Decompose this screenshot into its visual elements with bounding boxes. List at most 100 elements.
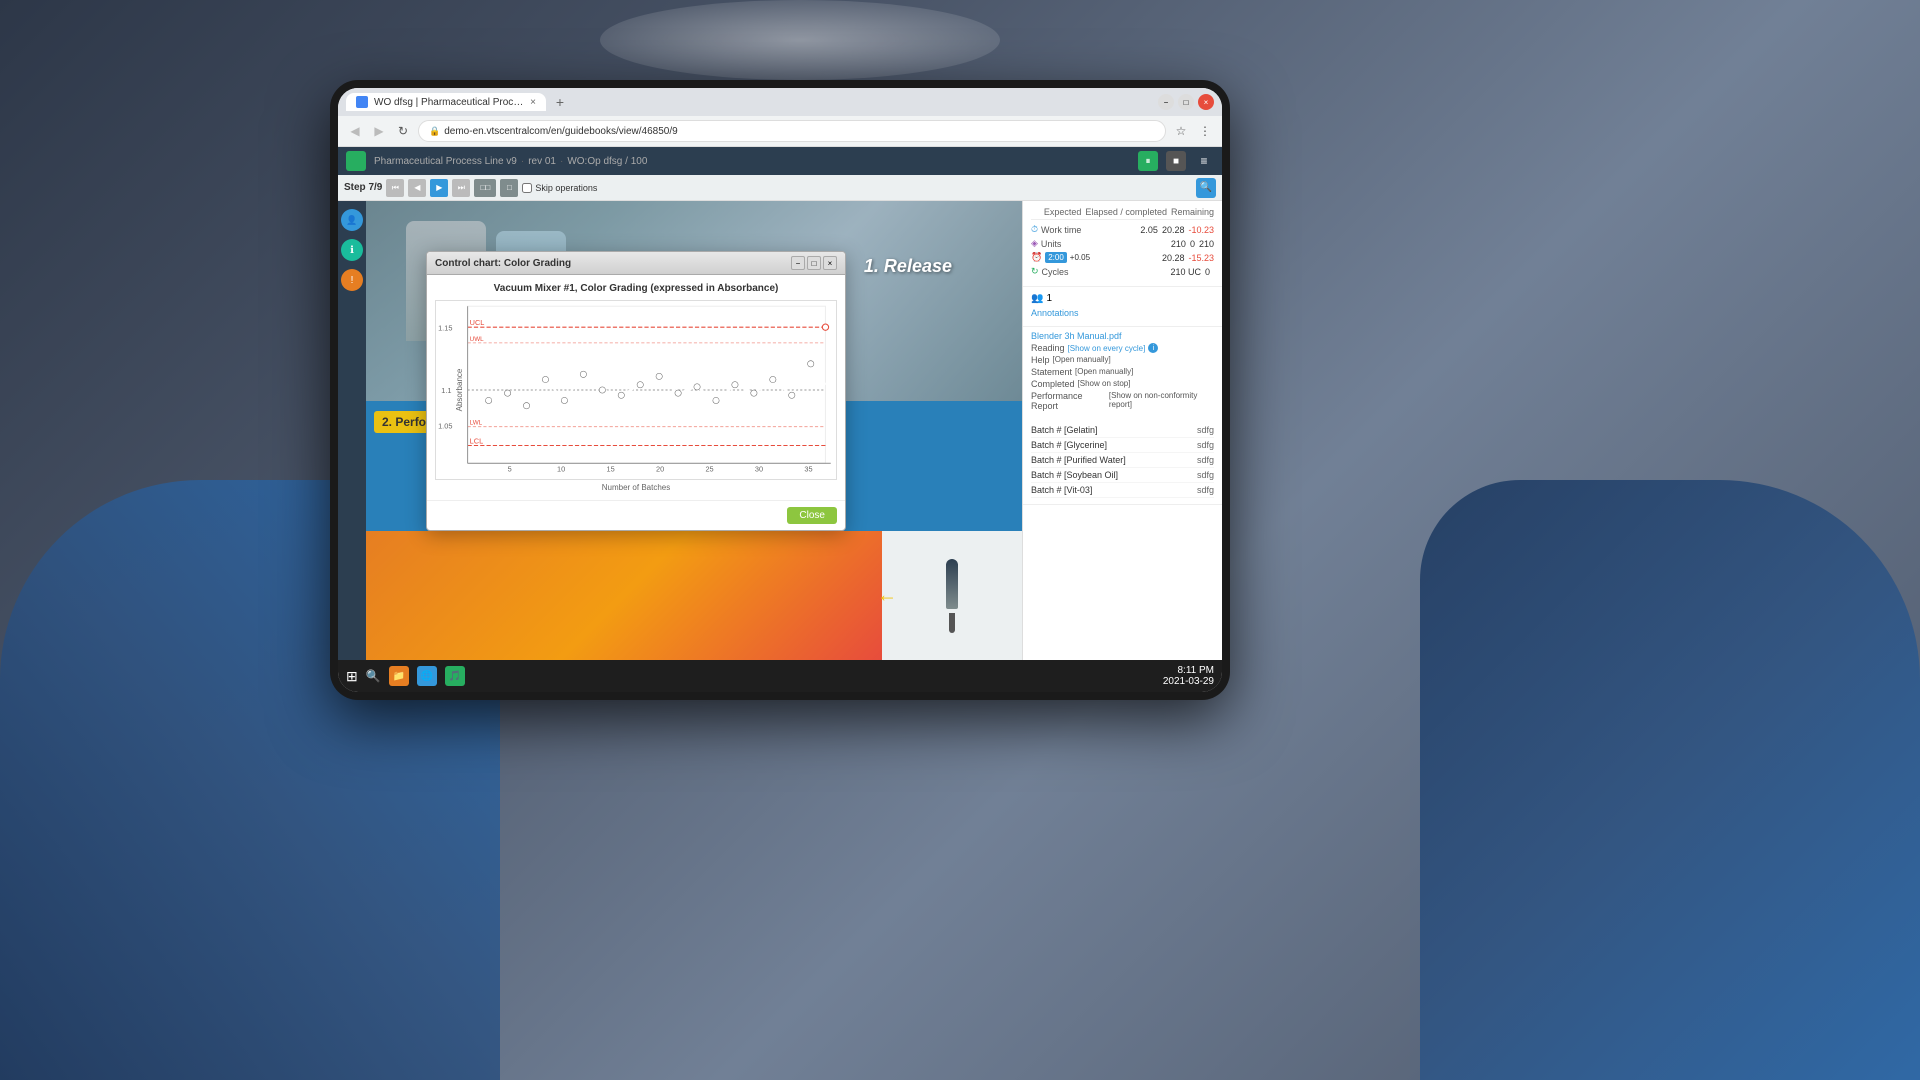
more-button[interactable]: ⋮ [1196, 122, 1214, 140]
main-layout: 👤 ℹ ! 1. Release [338, 201, 1222, 661]
prev-step-button[interactable]: ◀ [408, 179, 426, 197]
persons-icon: 👥 [1031, 293, 1043, 304]
skip-ops: Skip operations [522, 183, 597, 193]
search-taskbar-icon[interactable]: 🔍 [366, 669, 381, 683]
units-elapsed: 0 [1190, 239, 1195, 249]
units-remaining: 210 [1199, 239, 1214, 249]
last-step-button[interactable]: ⏭ [452, 179, 470, 197]
right-panel: Expected Elapsed / completed Remaining ⏱… [1022, 201, 1222, 661]
app-header: Pharmaceutical Process Line v9 · rev 01 … [338, 147, 1222, 175]
cycles-elapsed: 0 [1205, 267, 1210, 277]
taskbar-icon-browser[interactable]: 🌐 [417, 666, 437, 686]
ingredient-row-2: Batch # [Purified Water] sdfg [1031, 453, 1214, 468]
ingredient-row-4: Batch # [Vit-03] sdfg [1031, 483, 1214, 498]
work-time-label: Work time [1041, 225, 1081, 235]
browser-controls: ◀ ▶ ↻ 🔒 demo-en.vtscentralcom/en/guidebo… [338, 116, 1222, 146]
taskbar-time: 8:11 PM 2021-03-29 [1163, 665, 1214, 687]
extra-button-2[interactable]: □ [500, 179, 518, 197]
dialog-close-button[interactable]: × [823, 256, 837, 270]
help-link[interactable]: Help [1031, 355, 1050, 365]
persons-section: 👥 1 Annotations [1023, 287, 1222, 327]
sidebar-btn-info[interactable]: ℹ [341, 239, 363, 261]
perf-report-link[interactable]: Performance Report [1031, 391, 1106, 411]
minimize-button[interactable]: − [1158, 94, 1174, 110]
cycles-row: ↻ Cycles 210 UC 0 [1031, 266, 1214, 277]
tab-close-icon[interactable]: × [530, 97, 536, 108]
app-logo [346, 151, 366, 171]
dialog-maximize-button[interactable]: □ [807, 256, 821, 270]
breadcrumb: Pharmaceutical Process Line v9 · rev 01 … [374, 156, 647, 167]
chart-title: Vacuum Mixer #1, Color Grading (expresse… [435, 283, 837, 294]
refresh-button[interactable]: ↻ [394, 122, 412, 140]
metrics-header: Expected Elapsed / completed Remaining [1031, 207, 1214, 220]
completed-link[interactable]: Completed [1031, 379, 1075, 389]
svg-text:25: 25 [705, 465, 713, 474]
links-section: Blender 3h Manual.pdf Reading [Show on e… [1023, 327, 1222, 417]
chart-svg: UCL UWL LWL LCL 1.15 1.1 [436, 301, 836, 479]
sidebar-btn-warning[interactable]: ! [341, 269, 363, 291]
pipette-container [946, 559, 958, 633]
svg-text:LWL: LWL [470, 420, 483, 427]
skip-ops-checkbox[interactable] [522, 183, 532, 193]
ingredient-val-1: sdfg [1197, 440, 1214, 450]
arrow-icon: ← [877, 585, 897, 608]
forward-button[interactable]: ▶ [370, 122, 388, 140]
ingredients-section: Batch # [Gelatin] sdfg Batch # [Glycerin… [1023, 417, 1222, 505]
ingredient-label-2: Batch # [Purified Water] [1031, 455, 1126, 465]
statement-link[interactable]: Statement [1031, 367, 1072, 377]
reading-link[interactable]: Reading [1031, 343, 1065, 353]
stop-button[interactable]: ■ [1166, 151, 1186, 171]
dialog-body: Vacuum Mixer #1, Color Grading (expresse… [427, 275, 845, 500]
reading-sub: [Show on every cycle] [1068, 344, 1146, 353]
back-button[interactable]: ◀ [346, 122, 364, 140]
extra-button-1[interactable]: □□ [474, 179, 496, 197]
pipette-body [946, 559, 958, 609]
browser-title-bar: WO dfsg | Pharmaceutical Proce... × + − … [338, 88, 1222, 116]
next-step-button[interactable]: ▶ [430, 179, 448, 197]
sidebar-btn-profile[interactable]: 👤 [341, 209, 363, 231]
step-nav: Step 7/9 ⏮ ◀ ▶ ⏭ □□ □ Skip operations 🔍 [338, 175, 1222, 201]
completed-sub: [Show on stop] [1078, 379, 1131, 389]
hand-right [1420, 480, 1920, 1080]
ingredient-label-1: Batch # [Glycerine] [1031, 440, 1107, 450]
svg-text:1.15: 1.15 [438, 323, 452, 332]
svg-text:LCL: LCL [470, 436, 483, 445]
ingredient-val-0: sdfg [1197, 425, 1214, 435]
svg-text:UCL: UCL [470, 318, 485, 327]
window-controls: − □ × [1158, 94, 1214, 110]
taskbar-icon-files[interactable]: 📁 [389, 666, 409, 686]
control-chart-dialog: Control chart: Color Grading − □ × Vacuu… [426, 251, 846, 531]
dialog-footer: Close [427, 500, 845, 530]
svg-text:UWL: UWL [470, 336, 485, 343]
start-button[interactable]: ⊞ [346, 668, 358, 685]
address-bar[interactable]: 🔒 demo-en.vtscentralcom/en/guidebooks/vi… [418, 120, 1166, 142]
work-time-elapsed: 20.28 [1162, 225, 1185, 235]
ingredient-val-2: sdfg [1197, 455, 1214, 465]
reading-badge: i [1148, 343, 1158, 353]
menu-button[interactable]: ≡ [1194, 151, 1214, 171]
blender-manual-link[interactable]: Blender 3h Manual.pdf [1031, 331, 1214, 341]
bookmark-button[interactable]: ☆ [1172, 122, 1190, 140]
bottom-image-right [882, 531, 1022, 661]
dialog-minimize-button[interactable]: − [791, 256, 805, 270]
svg-text:1.1: 1.1 [441, 386, 451, 395]
new-tab-button[interactable]: + [550, 92, 570, 112]
first-step-button[interactable]: ⏮ [386, 179, 404, 197]
cycles-label: Cycles [1042, 267, 1069, 277]
search-button[interactable]: 🔍 [1196, 178, 1216, 198]
windows-taskbar: ⊞ 🔍 📁 🌐 🎵 8:11 PM 2021-03-29 [338, 660, 1222, 692]
annotations-link[interactable]: Annotations [1031, 308, 1214, 318]
col-elapsed: Elapsed / completed [1085, 207, 1167, 217]
pause-button[interactable]: ⏸ [1138, 151, 1158, 171]
app-content: Pharmaceutical Process Line v9 · rev 01 … [338, 147, 1222, 661]
taskbar-icon-music[interactable]: 🎵 [445, 666, 465, 686]
breadcrumb-wo: WO:Op dfsg / 100 [567, 156, 647, 167]
close-button[interactable]: × [1198, 94, 1214, 110]
light-fixture [600, 0, 1000, 80]
dialog-close-btn[interactable]: Close [787, 507, 837, 524]
units-row: ◈ Units 210 0 210 [1031, 238, 1214, 249]
svg-text:15: 15 [607, 465, 615, 474]
tablet-screen: WO dfsg | Pharmaceutical Proce... × + − … [338, 88, 1222, 692]
maximize-button[interactable]: □ [1178, 94, 1194, 110]
browser-tab[interactable]: WO dfsg | Pharmaceutical Proce... × [346, 93, 546, 111]
